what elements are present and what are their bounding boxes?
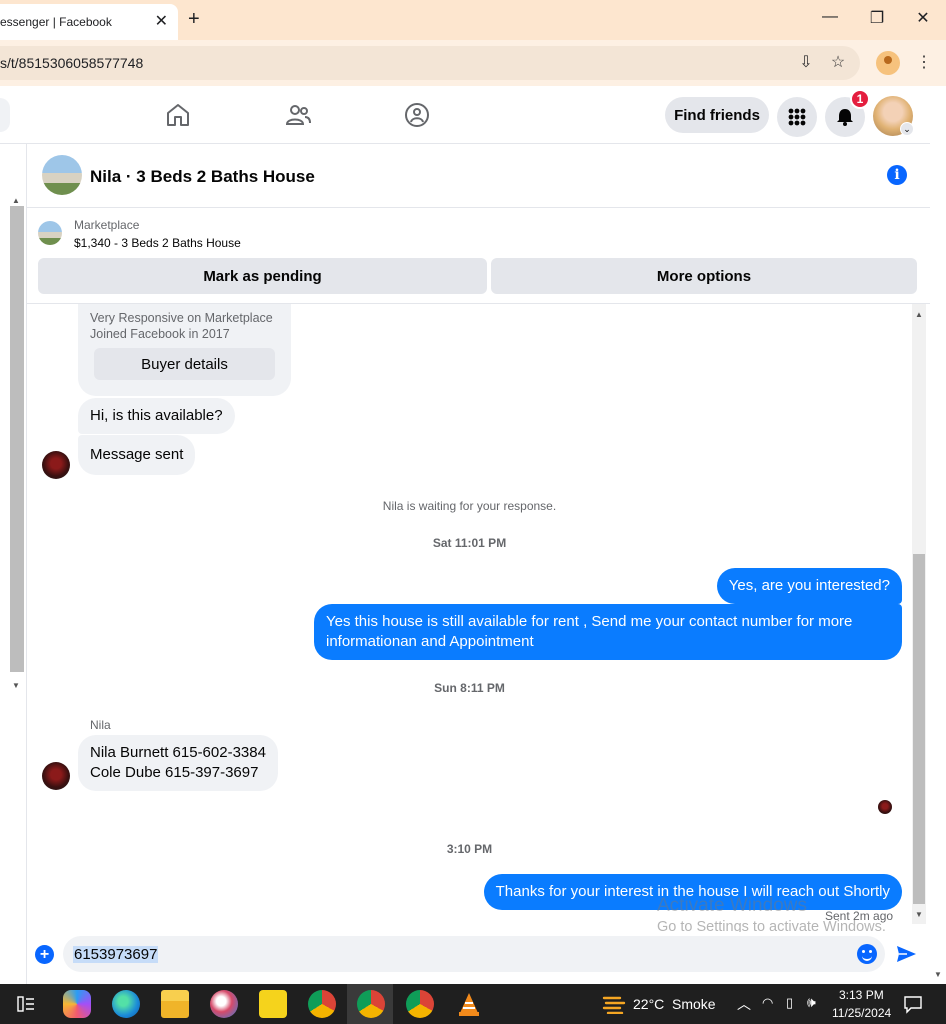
scroll-down-arrow-icon[interactable]: ▼ — [915, 910, 923, 919]
contact-line: Nila Burnett 615-602-3384 — [90, 744, 266, 761]
grid-icon — [788, 108, 806, 126]
send-icon[interactable] — [895, 943, 917, 965]
sender-avatar[interactable] — [42, 451, 70, 479]
clock-time[interactable]: 3:13 PM — [839, 988, 884, 1002]
clock-date[interactable]: 11/25/2024 — [832, 1006, 891, 1020]
contact-line: Cole Dube 615-397-3697 — [90, 764, 259, 781]
groups-icon[interactable] — [404, 102, 430, 128]
listing-thumbnail[interactable] — [38, 221, 62, 245]
mark-as-pending-button[interactable]: Mark as pending — [38, 258, 487, 294]
restore-icon[interactable]: ❐ — [865, 8, 889, 28]
weather-temperature[interactable]: 22°C — [633, 996, 664, 1012]
search-input[interactable] — [0, 98, 10, 132]
friends-icon[interactable] — [285, 102, 311, 128]
left-scrollbar[interactable] — [10, 206, 24, 672]
browser-tab[interactable]: Messenger | Facebook ✕ — [0, 4, 178, 40]
timestamp: 3:10 PM — [446, 842, 493, 856]
message-bubble-incoming[interactable]: Message sent — [78, 435, 196, 475]
close-window-icon[interactable]: ✕ — [911, 8, 935, 28]
sender-avatar[interactable] — [42, 762, 70, 790]
message-input[interactable]: 6153973697 — [63, 936, 885, 972]
battery-icon[interactable]: ▯ — [786, 995, 793, 1011]
buyer-details-button[interactable]: Buyer details — [94, 348, 275, 380]
weather-icon[interactable] — [602, 994, 626, 1014]
scroll-down-arrow-icon[interactable]: ▼ — [12, 681, 20, 690]
more-options-button[interactable]: More options — [491, 258, 917, 294]
chevron-down-icon[interactable]: ⌄ — [900, 122, 914, 136]
bell-icon — [837, 109, 853, 126]
sticky-notes-icon[interactable] — [259, 990, 287, 1018]
conversation-photo[interactable] — [42, 155, 82, 195]
message-composer: + 6153973697 — [27, 932, 930, 976]
read-receipt-avatar — [878, 800, 892, 814]
tab-title: Messenger | Facebook — [0, 15, 112, 29]
message-list: Very Responsive on Marketplace Joined Fa… — [27, 304, 912, 932]
sender-name: Nila — [90, 718, 111, 732]
message-bubble-outgoing[interactable]: Yes this house is still available for re… — [314, 604, 902, 660]
message-bubble-incoming[interactable]: Hi, is this available? — [78, 398, 235, 434]
scroll-up-arrow-icon[interactable]: ▲ — [12, 196, 20, 205]
message-bubble-incoming[interactable]: Nila Burnett 615-602-3384 Cole Dube 615-… — [78, 735, 278, 791]
vlc-icon[interactable] — [456, 991, 482, 1017]
info-icon[interactable]: i — [887, 165, 907, 185]
sent-status: Sent 2m ago — [825, 909, 894, 923]
marketplace-panel: Marketplace $1,340 - 3 Beds 2 Baths Hous… — [27, 208, 930, 304]
home-icon[interactable] — [165, 102, 191, 128]
marketplace-label: Marketplace — [74, 218, 140, 232]
scroll-down-arrow-icon[interactable]: ▼ — [934, 970, 942, 979]
timestamp: Sun 8:11 PM — [434, 681, 505, 695]
browser-toolbar: s/t/8515306058577748 ⇩ ☆ ⋮ — [0, 40, 946, 86]
edge-icon[interactable] — [112, 990, 140, 1018]
weather-description[interactable]: Smoke — [672, 996, 716, 1012]
url-text: s/t/8515306058577748 — [0, 55, 144, 71]
bookmark-star-icon[interactable]: ☆ — [827, 52, 849, 74]
message-input-text: 6153973697 — [73, 945, 159, 963]
waiting-notice: Nila is waiting for your response. — [382, 499, 557, 513]
message-scrollbar[interactable]: ▲ ▼ — [912, 304, 926, 924]
responsiveness-text: Very Responsive on Marketplace — [90, 311, 273, 325]
task-view-icon[interactable] — [17, 995, 35, 1013]
conversation-title[interactable]: Nila · 3 Beds 2 Baths House — [90, 167, 315, 187]
browser-profile-icon[interactable] — [876, 51, 900, 75]
minimize-icon[interactable]: — — [818, 8, 842, 26]
install-app-icon[interactable]: ⇩ — [795, 52, 817, 74]
address-bar[interactable]: s/t/8515306058577748 — [0, 46, 860, 80]
paint-icon[interactable] — [210, 990, 238, 1018]
menu-kebab-icon[interactable]: ⋮ — [913, 52, 935, 74]
new-tab-icon[interactable]: + — [188, 8, 200, 31]
chat-header: Nila · 3 Beds 2 Baths House i — [27, 144, 930, 208]
copilot-icon[interactable] — [63, 990, 91, 1018]
browser-titlebar: Messenger | Facebook ✕ + — ❐ ✕ — [0, 0, 946, 40]
chrome-icon[interactable] — [308, 990, 336, 1018]
joined-text: Joined Facebook in 2017 — [90, 327, 230, 341]
menu-grid-button[interactable] — [777, 97, 817, 137]
wifi-icon[interactable]: ◠ — [762, 995, 773, 1011]
buyer-profile-card: Very Responsive on Marketplace Joined Fa… — [78, 304, 291, 396]
timestamp: Sat 11:01 PM — [432, 536, 507, 550]
chrome-profile-icon[interactable] — [406, 990, 434, 1018]
listing-title[interactable]: $1,340 - 3 Beds 2 Baths House — [74, 236, 241, 250]
volume-icon[interactable]: 🕪 — [807, 994, 816, 1011]
scroll-up-arrow-icon[interactable]: ▲ — [915, 310, 923, 319]
activate-windows-watermark: Activate Windows — [657, 895, 807, 916]
tab-close-icon[interactable]: ✕ — [155, 11, 168, 31]
find-friends-button[interactable]: Find friends — [665, 97, 769, 133]
emoji-icon[interactable] — [857, 944, 877, 964]
chevron-up-icon[interactable]: ︿ — [737, 994, 751, 1014]
notification-badge: 1 — [850, 89, 870, 109]
chrome-profile-icon[interactable] — [357, 990, 385, 1018]
file-explorer-icon[interactable] — [161, 990, 189, 1018]
notification-center-icon[interactable] — [903, 994, 923, 1014]
windows-taskbar: 22°C Smoke ︿ ◠ ▯ 🕪 3:13 PM 11/25/2024 — [0, 984, 946, 1024]
plus-icon[interactable]: + — [35, 945, 54, 964]
scrollbar-thumb[interactable] — [913, 554, 925, 904]
message-bubble-outgoing[interactable]: Yes, are you interested? — [716, 568, 902, 604]
